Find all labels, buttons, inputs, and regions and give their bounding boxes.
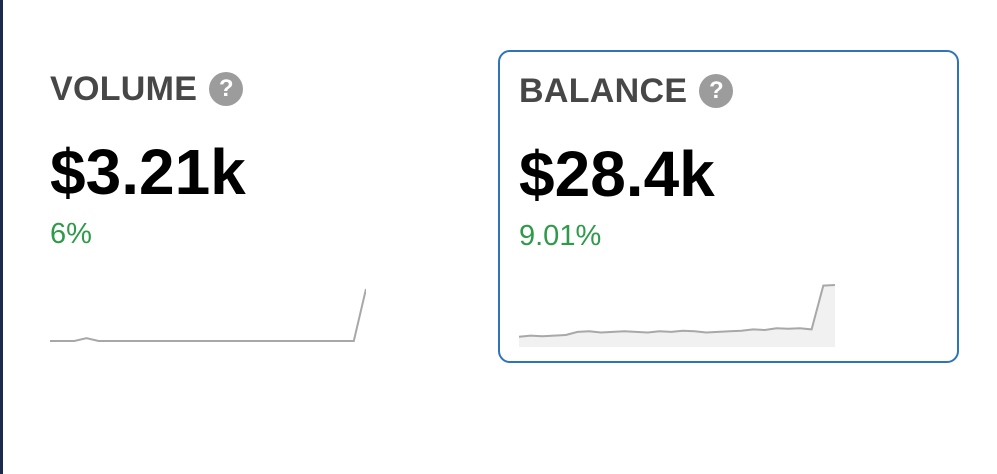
- sparkline-line: [50, 288, 366, 342]
- volume-sparkline: [50, 288, 366, 342]
- metric-title: BALANCE: [519, 72, 688, 110]
- metric-value: $3.21k: [50, 136, 246, 208]
- question-circle-icon[interactable]: ?: [209, 72, 244, 106]
- left-edge-divider: [0, 0, 3, 474]
- metric-header: VOLUME ?: [50, 70, 244, 108]
- balance-sparkline: [519, 284, 835, 347]
- sparkline-area: [519, 285, 835, 347]
- metric-change: 9.01%: [519, 220, 602, 252]
- question-circle-icon[interactable]: ?: [699, 74, 734, 108]
- metric-change: 6%: [50, 218, 92, 250]
- volume-metric-card[interactable]: VOLUME ? $3.21k 6%: [50, 50, 470, 362]
- sparkline-line: [519, 284, 835, 338]
- balance-metric-card[interactable]: BALANCE ? $28.4k 9.01%: [498, 50, 959, 363]
- metric-value: $28.4k: [519, 138, 715, 210]
- metric-header: BALANCE ?: [519, 72, 734, 110]
- metric-title: VOLUME: [50, 70, 198, 108]
